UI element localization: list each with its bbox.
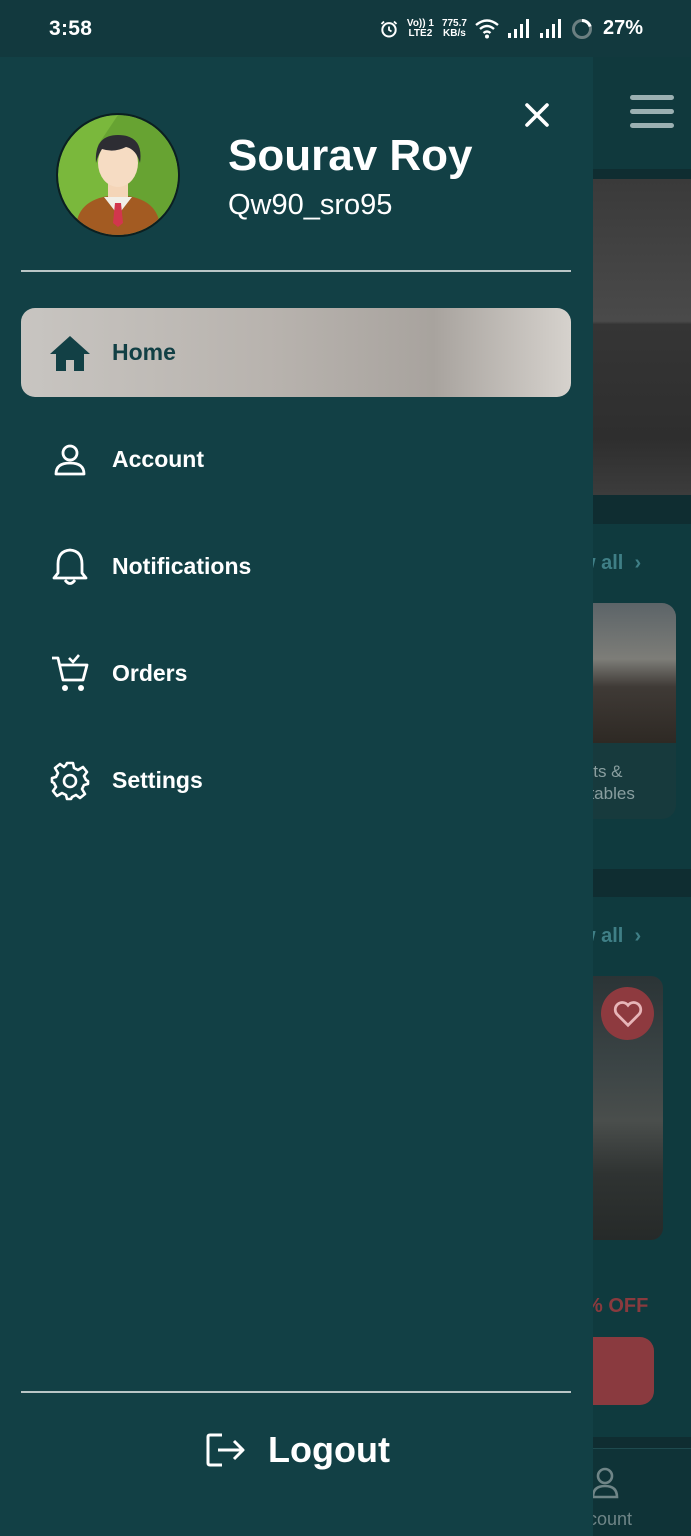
- network-speed: 775.7 KB/s: [441, 17, 467, 39]
- logout-icon: [206, 1433, 245, 1467]
- battery-percent: 27%: [602, 17, 643, 39]
- cart-icon: [49, 653, 91, 695]
- battery-ring-icon: [571, 18, 592, 39]
- network-bottom: LTE2: [408, 27, 433, 39]
- speed-value: 775.7: [441, 17, 467, 29]
- alarm-icon: [380, 20, 398, 37]
- user-name: Sourav Roy: [228, 131, 473, 180]
- home-icon: [49, 332, 91, 374]
- signal-icon: [539, 18, 561, 38]
- signal-icon: [507, 18, 529, 38]
- logout-button[interactable]: Logout: [206, 1429, 390, 1471]
- menu-label-notifications: Notifications: [112, 553, 252, 579]
- speed-unit: KB/s: [443, 27, 466, 39]
- logout-label: Logout: [268, 1429, 390, 1470]
- avatar: [56, 113, 180, 237]
- close-icon: [525, 103, 549, 127]
- user-handle: Qw90_sro95: [228, 189, 393, 221]
- menu-item-notifications[interactable]: Notifications: [21, 522, 571, 611]
- status-time: 3:58: [49, 16, 93, 40]
- network-top: Vo)) 1: [406, 17, 434, 29]
- close-button[interactable]: [515, 93, 559, 137]
- network-type: Vo)) 1 LTE2: [406, 17, 434, 39]
- menu-item-account[interactable]: Account: [21, 415, 571, 504]
- heart-icon[interactable]: [601, 987, 654, 1040]
- gear-icon: [49, 760, 91, 802]
- menu-item-home[interactable]: Home: [21, 308, 571, 397]
- person-icon[interactable]: [590, 1466, 620, 1500]
- status-bar: 3:58 Vo)) 1 LTE2 775.7 KB/s 27%: [0, 0, 691, 57]
- header-divider: [21, 270, 571, 272]
- bg-bottom-nav-account-label[interactable]: count: [588, 1509, 632, 1530]
- hamburger-menu-icon[interactable]: [630, 95, 674, 137]
- menu-label-orders: Orders: [112, 660, 188, 686]
- menu-item-orders[interactable]: Orders: [21, 629, 571, 718]
- drawer-menu: Home Account Notifications Orders Settin…: [21, 308, 571, 843]
- menu-label-settings: Settings: [112, 767, 203, 793]
- menu-label-account: Account: [112, 446, 204, 472]
- person-icon: [49, 439, 91, 481]
- chevron-right-icon: ›: [628, 925, 642, 947]
- bg-discount-label: % OFF: [585, 1295, 649, 1317]
- footer-divider: [21, 1391, 571, 1393]
- menu-item-settings[interactable]: Settings: [21, 736, 571, 825]
- menu-label-home: Home: [112, 339, 176, 365]
- wifi-icon: [475, 18, 499, 38]
- navigation-drawer: Sourav Roy Qw90_sro95 Home Account Notif…: [0, 57, 593, 1536]
- bell-icon: [49, 546, 91, 588]
- screen: 3:58 Vo)) 1 LTE2 775.7 KB/s 27% w all › …: [0, 0, 691, 1536]
- avatar-man-icon: [58, 115, 178, 235]
- chevron-right-icon: ›: [628, 552, 642, 574]
- status-icons: Vo)) 1 LTE2 775.7 KB/s 27%: [379, 17, 643, 40]
